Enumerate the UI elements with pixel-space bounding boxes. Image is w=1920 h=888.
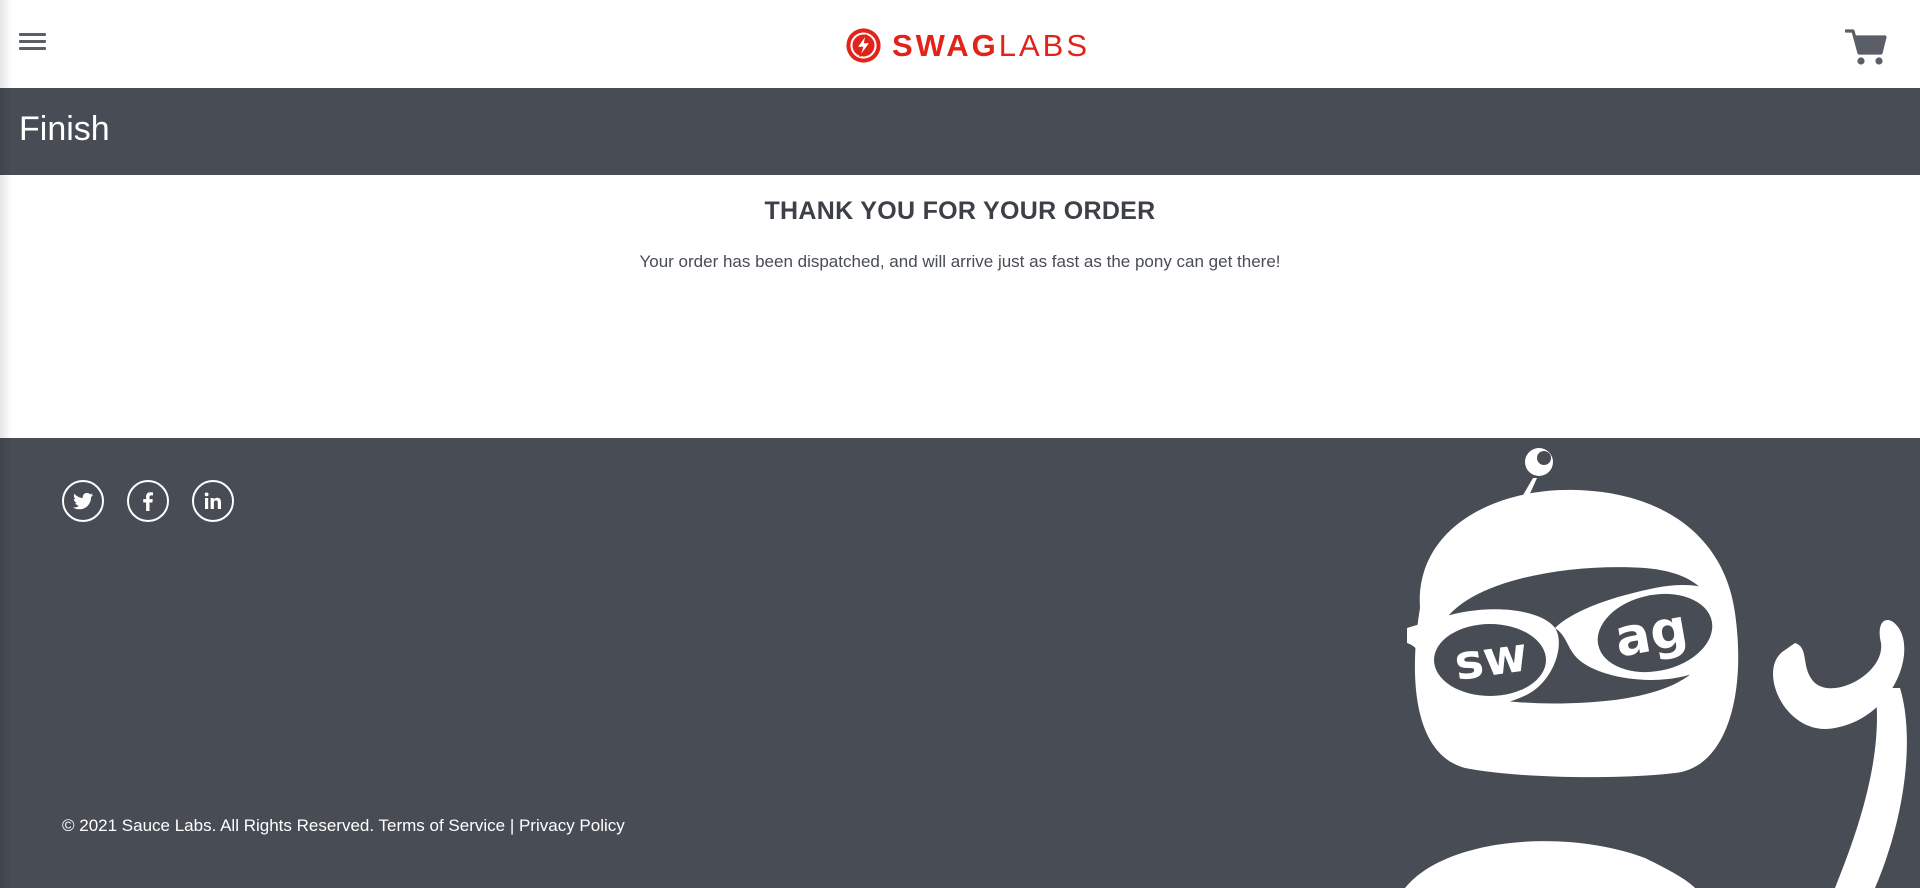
logo-word-labs: LABS — [998, 27, 1091, 63]
svg-text:ag: ag — [1610, 598, 1692, 670]
page-title: Finish — [19, 110, 110, 148]
logo-text: SWAGLABS — [892, 30, 1090, 61]
checkout-complete-container: THANK YOU FOR YOUR ORDER Your order has … — [0, 175, 1920, 438]
swag-labs-logo-mark — [846, 27, 881, 63]
swag-robot-illustration: sw ag — [1405, 448, 1907, 888]
secondary-header: Finish — [0, 88, 1920, 175]
complete-header: THANK YOU FOR YOUR ORDER — [764, 197, 1156, 225]
twitter-icon[interactable] — [62, 480, 104, 522]
shopping-cart-icon[interactable] — [1844, 28, 1887, 66]
primary-header: SWAGLABS — [0, 0, 1920, 88]
app-logo: SWAGLABS — [845, 25, 1090, 65]
linkedin-icon[interactable] — [192, 480, 234, 522]
footer: © 2021 Sauce Labs. All Rights Reserved. … — [0, 438, 1920, 888]
svg-text:sw: sw — [1451, 626, 1531, 692]
complete-text: Your order has been dispatched, and will… — [639, 252, 1281, 271]
footer-copyright: © 2021 Sauce Labs. All Rights Reserved. … — [62, 816, 625, 835]
logo-word-swag: SWAG — [892, 27, 999, 63]
hamburger-menu-icon[interactable] — [14, 30, 48, 56]
facebook-icon[interactable] — [127, 480, 169, 522]
